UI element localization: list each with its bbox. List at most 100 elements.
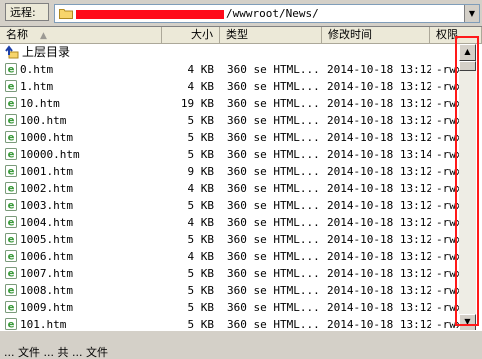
svg-text:e: e xyxy=(8,252,15,263)
file-row[interactable]: e 1006.htm 4 KB 360 se HTML... 2014-10-18 13… xyxy=(0,248,463,265)
svg-text:e: e xyxy=(8,82,15,93)
file-modified: 2014-10-18 13:12 xyxy=(327,165,431,178)
file-row[interactable]: e 1002.htm 4 KB 360 se HTML... 2014-10-18 13… xyxy=(0,180,463,197)
file-modified: 2014-10-18 13:12 xyxy=(327,284,431,297)
file-size: 4 KB xyxy=(187,80,215,93)
svg-text:e: e xyxy=(8,286,15,297)
list-header: 名称 ▲ 大小 类型 修改时间 权限 xyxy=(0,27,482,44)
file-type: 360 se HTML... xyxy=(227,233,320,246)
column-header-size[interactable]: 大小 xyxy=(162,27,220,43)
file-type: 360 se HTML... xyxy=(227,182,320,195)
file-size: 5 KB xyxy=(187,301,215,314)
file-name: 1009.htm xyxy=(20,301,73,314)
file-row[interactable]: e 1004.htm 4 KB 360 se HTML... 2014-10-18 13… xyxy=(0,214,463,231)
scroll-down-button[interactable]: ▼ xyxy=(459,314,476,330)
file-type: 360 se HTML... xyxy=(227,318,320,330)
remote-label: 远程: xyxy=(5,3,49,21)
html-file-icon: e xyxy=(5,216,17,229)
html-file-icon: e xyxy=(5,114,17,127)
html-file-icon: e xyxy=(5,165,17,178)
file-type: 360 se HTML... xyxy=(227,97,320,110)
remote-path-bar: 远程: /wwwroot/News/ ▼ xyxy=(0,0,482,26)
file-row[interactable]: e 100.htm 5 KB 360 se HTML... 2014-10-18 13:… xyxy=(0,112,463,129)
file-modified: 2014-10-18 13:12 xyxy=(327,97,431,110)
file-type: 360 se HTML... xyxy=(227,250,320,263)
file-type: 360 se HTML... xyxy=(227,114,320,127)
file-modified: 2014-10-18 13:12 xyxy=(327,250,431,263)
file-name: 1005.htm xyxy=(20,233,73,246)
redacted-path-segment xyxy=(76,10,224,19)
file-row[interactable]: e 10.htm 19 KB 360 se HTML... 2014-10-18 13:… xyxy=(0,95,463,112)
file-type: 360 se HTML... xyxy=(227,216,320,229)
file-row[interactable]: e 1001.htm 9 KB 360 se HTML... 2014-10-18 13… xyxy=(0,163,463,180)
file-type: 360 se HTML... xyxy=(227,63,320,76)
file-size: 5 KB xyxy=(187,114,215,127)
html-file-icon: e xyxy=(5,233,17,246)
remote-path-combobox[interactable]: /wwwroot/News/ ▼ xyxy=(54,4,480,23)
file-row[interactable]: e 1005.htm 5 KB 360 se HTML... 2014-10-18 13… xyxy=(0,231,463,248)
file-modified: 2014-10-18 13:12 xyxy=(327,182,431,195)
svg-text:e: e xyxy=(8,218,15,229)
file-row[interactable]: e 10000.htm 5 KB 360 se HTML... 2014-10-18 1… xyxy=(0,146,463,163)
html-file-icon: e xyxy=(5,250,17,263)
file-modified: 2014-10-18 13:12 xyxy=(327,131,431,144)
file-name: 10000.htm xyxy=(20,148,80,161)
file-modified: 2014-10-18 13:12 xyxy=(327,318,431,330)
file-name: 1000.htm xyxy=(20,131,73,144)
file-type: 360 se HTML... xyxy=(227,80,320,93)
column-header-modified[interactable]: 修改时间 xyxy=(322,27,430,43)
file-row[interactable]: e 1009.htm 5 KB 360 se HTML... 2014-10-18 13… xyxy=(0,299,463,316)
file-row[interactable]: e 1.htm 4 KB 360 se HTML... 2014-10-18 13:12… xyxy=(0,78,463,95)
file-modified: 2014-10-18 13:12 xyxy=(327,80,431,93)
file-row[interactable]: e 1000.htm 5 KB 360 se HTML... 2014-10-18 13… xyxy=(0,129,463,146)
svg-text:e: e xyxy=(8,303,15,314)
svg-text:e: e xyxy=(8,99,15,110)
column-header-type[interactable]: 类型 xyxy=(220,27,322,43)
html-file-icon: e xyxy=(5,80,17,93)
file-type: 360 se HTML... xyxy=(227,301,320,314)
vertical-scrollbar[interactable]: ▲ ▼ xyxy=(459,44,476,330)
scroll-up-button[interactable]: ▲ xyxy=(459,44,476,61)
file-name: 101.htm xyxy=(20,318,67,330)
dropdown-arrow-button[interactable]: ▼ xyxy=(464,5,479,22)
file-row[interactable]: e 0.htm 4 KB 360 se HTML... 2014-10-18 13:12… xyxy=(0,61,463,78)
file-row[interactable]: e 101.htm 5 KB 360 se HTML... 2014-10-18 13:… xyxy=(0,316,463,330)
file-size: 5 KB xyxy=(187,131,215,144)
status-text: ... 文件 ... 共 ... 文件 xyxy=(4,346,108,359)
file-row[interactable]: e 1007.htm 5 KB 360 se HTML... 2014-10-18 13… xyxy=(0,265,463,282)
html-file-icon: e xyxy=(5,97,17,110)
column-name-label: 名称 xyxy=(6,28,28,41)
file-row[interactable]: e 1008.htm 5 KB 360 se HTML... 2014-10-18 13… xyxy=(0,282,463,299)
svg-text:e: e xyxy=(8,167,15,178)
file-name: 0.htm xyxy=(20,63,54,76)
file-size: 4 KB xyxy=(187,182,215,195)
file-type: 360 se HTML... xyxy=(227,199,320,212)
scroll-thumb[interactable] xyxy=(459,61,476,71)
svg-text:e: e xyxy=(8,201,15,212)
file-name: 1007.htm xyxy=(20,267,73,280)
column-header-perm[interactable]: 权限 xyxy=(430,27,482,43)
column-header-name[interactable]: 名称 ▲ xyxy=(0,27,162,43)
file-name: 1003.htm xyxy=(20,199,73,212)
parent-directory-label: 上层目录 xyxy=(22,45,71,59)
folder-icon xyxy=(59,8,73,19)
file-modified: 2014-10-18 13:12 xyxy=(327,216,431,229)
file-size: 19 KB xyxy=(180,97,214,110)
html-file-icon: e xyxy=(5,267,17,280)
file-type: 360 se HTML... xyxy=(227,267,320,280)
file-row[interactable]: e 1003.htm 5 KB 360 se HTML... 2014-10-18 13… xyxy=(0,197,463,214)
parent-directory-row[interactable]: 上层目录 xyxy=(0,44,460,61)
file-name: 1001.htm xyxy=(20,165,73,178)
html-file-icon: e xyxy=(5,63,17,76)
svg-text:e: e xyxy=(8,65,15,76)
file-size: 5 KB xyxy=(187,148,215,161)
file-type: 360 se HTML... xyxy=(227,284,320,297)
file-name: 1006.htm xyxy=(20,250,73,263)
html-file-icon: e xyxy=(5,284,17,297)
file-size: 5 KB xyxy=(187,284,215,297)
status-bar: ... 文件 ... 共 ... 文件 xyxy=(0,330,482,359)
html-file-icon: e xyxy=(5,148,17,161)
html-file-icon: e xyxy=(5,318,17,330)
file-size: 5 KB xyxy=(187,233,215,246)
file-size: 5 KB xyxy=(187,267,215,280)
